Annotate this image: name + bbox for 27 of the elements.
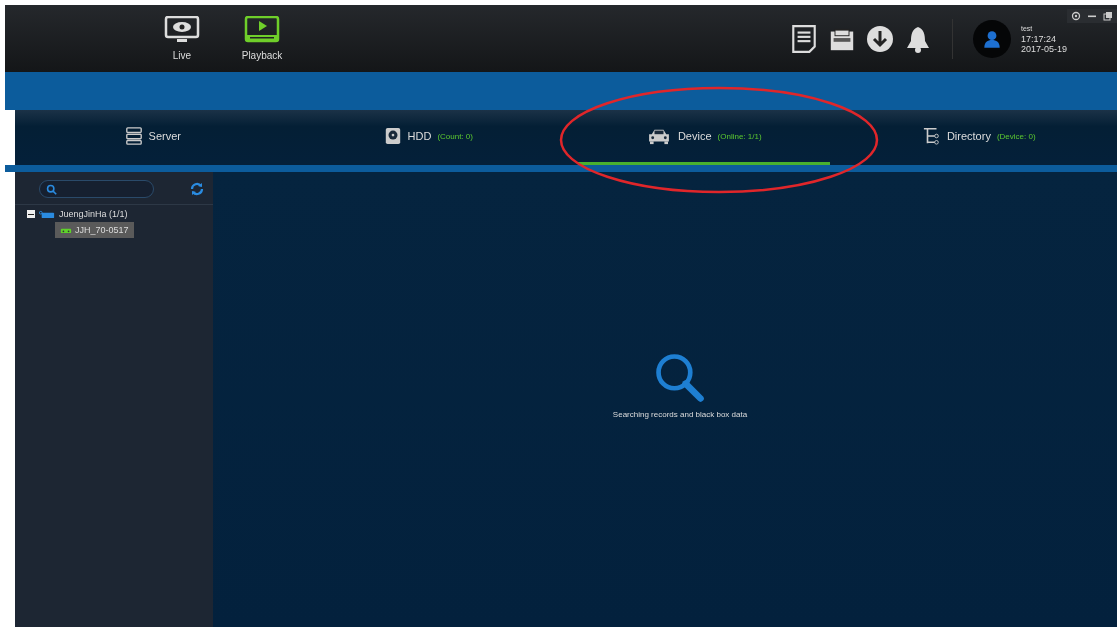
nav-button[interactable]: Live xyxy=(162,16,202,61)
refresh-icon[interactable] xyxy=(189,181,205,197)
count-label: (Device: 0) xyxy=(996,131,1036,141)
search-field[interactable] xyxy=(39,180,154,198)
document-icon[interactable] xyxy=(789,23,818,54)
tab[interactable]: Server xyxy=(27,110,279,165)
status-message: Searching records and black box data xyxy=(612,410,748,419)
tab[interactable]: Directory (Device: 0) xyxy=(853,110,1105,165)
tree-item[interactable]: JuengJinHa (1/1) xyxy=(59,209,128,219)
eye-monitor-icon xyxy=(164,16,200,44)
tree-item[interactable]: JJH_70-0517 xyxy=(55,222,134,238)
tab[interactable]: HDD (Count: 0) xyxy=(302,110,554,165)
server-icon xyxy=(124,127,143,145)
tree-structure-icon xyxy=(922,127,941,145)
play-monitor-icon xyxy=(244,16,280,44)
search-icon xyxy=(46,183,57,195)
collapse-toggle[interactable] xyxy=(27,210,35,218)
count-label: (Online: 1/1) xyxy=(717,131,762,141)
download-icon[interactable] xyxy=(865,23,894,54)
settings-icon[interactable] xyxy=(1071,11,1081,21)
date-text: 2017-05-19 xyxy=(1020,43,1067,54)
restore-icon[interactable] xyxy=(1103,11,1113,21)
count-label: (Count: 0) xyxy=(437,131,473,141)
avatar[interactable] xyxy=(972,19,1011,58)
nav-button[interactable]: Playback xyxy=(242,16,282,61)
car-group-icon xyxy=(39,209,55,219)
clock-time: 17:17:24 xyxy=(1020,33,1057,44)
